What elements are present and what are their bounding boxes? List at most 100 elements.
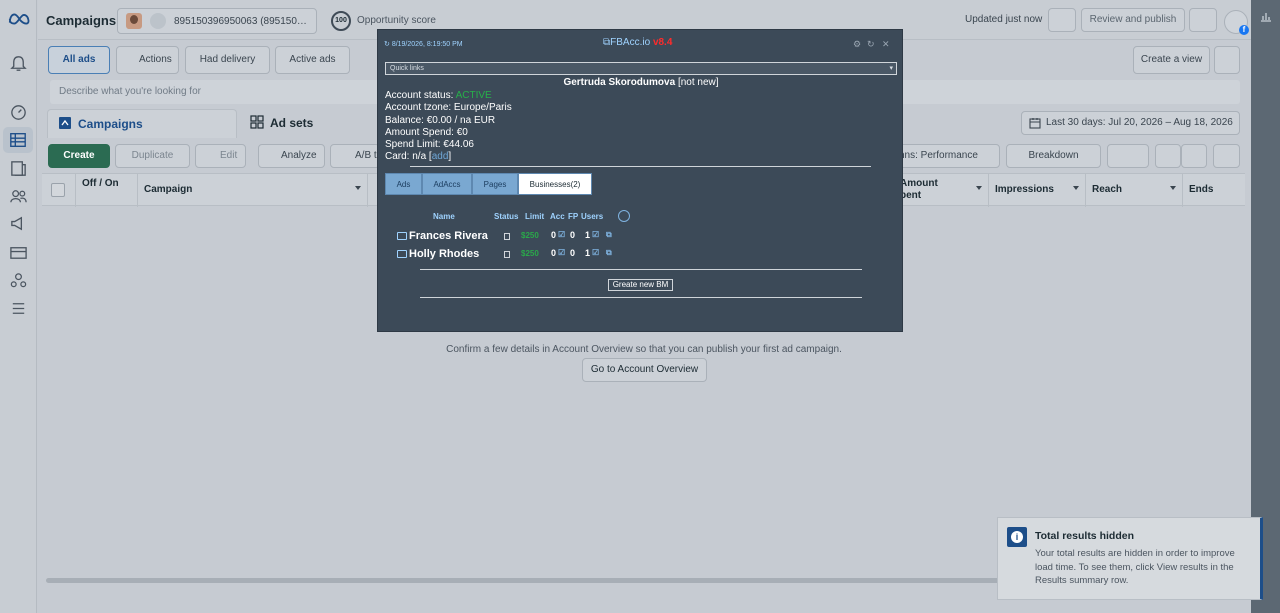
fbacc-tab-adaccs[interactable]: AdAccs <box>422 173 472 195</box>
edit-button[interactable]: Edit <box>195 144 246 168</box>
results-hidden-toast: Total results hidden Your total results … <box>997 517 1263 600</box>
account-placeholder-icon <box>150 13 166 29</box>
col-name: Name <box>433 212 455 221</box>
edit-label: Edit <box>220 150 238 161</box>
close-icon[interactable]: ✕ <box>882 39 890 50</box>
filter-active-ads[interactable]: Active ads <box>275 46 350 74</box>
tab-campaigns[interactable]: Campaigns <box>47 109 237 138</box>
business-limit: $250 <box>521 249 539 258</box>
col-impressions[interactable]: Impressions <box>989 174 1086 207</box>
discard-button[interactable] <box>1048 8 1076 32</box>
left-rail <box>0 0 37 613</box>
dashboard-icon[interactable] <box>9 103 28 122</box>
account-selector[interactable]: 895150396950063 (895150… <box>117 8 317 34</box>
business-name[interactable]: Holly Rhodes <box>409 248 479 260</box>
edit-small-icon[interactable]: ☑ <box>558 230 565 239</box>
sort-icon[interactable] <box>976 186 982 190</box>
open-external-icon[interactable]: ⧉ <box>606 248 612 258</box>
opportunity-score-badge[interactable]: 100 <box>331 11 351 31</box>
select-all-checkbox[interactable] <box>51 183 65 197</box>
ab-test-label: A/B t <box>355 150 377 161</box>
business-acc[interactable]: 0 <box>551 230 556 240</box>
business-fp: 0 <box>570 230 576 240</box>
col-fp: FP <box>568 212 579 221</box>
open-external-icon[interactable]: ⧉ <box>606 230 612 240</box>
edit-small-icon[interactable]: ☑ <box>592 230 599 239</box>
fbacc-extension-panel: ↻ 8/19/2026, 8:19:50 PM ⧉FBAcc.io v8.4 ⚙… <box>377 29 903 332</box>
fbacc-tab-ads[interactable]: Ads <box>385 173 422 195</box>
filter-had-delivery[interactable]: Had delivery <box>185 46 270 74</box>
col-off-on[interactable]: Off / On <box>76 174 138 207</box>
account-amount-spend: Amount Spend: €0 <box>385 126 468 138</box>
sort-icon[interactable] <box>1170 186 1176 190</box>
analyze-label: Analyze <box>281 150 317 161</box>
filter-all-ads[interactable]: All ads <box>48 46 110 74</box>
col-amount-spent[interactable]: Amount pent <box>894 174 989 207</box>
table-toggle-button[interactable] <box>1181 144 1207 168</box>
view-options-button[interactable] <box>1214 46 1240 74</box>
sort-icon[interactable] <box>355 186 361 190</box>
actions-button[interactable]: Actions <box>116 46 179 74</box>
quick-links-select[interactable]: Quick links ▾ <box>385 62 897 75</box>
export-button[interactable] <box>1107 144 1149 168</box>
business-limit: $250 <box>521 231 539 240</box>
more-button[interactable] <box>1189 8 1217 32</box>
audiences-icon[interactable] <box>9 187 28 206</box>
info-icon <box>1007 527 1027 547</box>
campaigns-table-icon[interactable] <box>3 127 33 153</box>
fbacc-tab-pages[interactable]: Pages <box>472 173 518 195</box>
business-settings-icon[interactable] <box>9 271 28 290</box>
edit-small-icon[interactable]: ☑ <box>558 248 565 257</box>
profile-avatar[interactable]: f <box>1224 10 1249 35</box>
catalog-icon[interactable] <box>9 159 28 178</box>
divider <box>420 297 862 298</box>
analyze-button[interactable]: Analyze <box>258 144 325 168</box>
duplicate-button[interactable]: Duplicate <box>115 144 190 168</box>
menu-icon[interactable] <box>9 299 28 318</box>
review-publish-button[interactable]: Review and publish <box>1081 8 1185 32</box>
fbacc-brand-name: FBAcc.io <box>610 37 651 48</box>
business-users[interactable]: 1 <box>585 248 590 258</box>
chart-bars-icon[interactable] <box>1260 10 1272 22</box>
business-fp: 0 <box>570 248 576 258</box>
megaphone-icon[interactable] <box>9 214 28 233</box>
empty-state-text: Confirm a few details in Account Overvie… <box>446 344 842 355</box>
grid-icon <box>250 115 264 129</box>
create-view-button[interactable]: Create a view <box>1133 46 1210 74</box>
meta-logo-icon[interactable] <box>8 12 30 26</box>
reload-icon[interactable]: ↻ <box>867 39 875 50</box>
go-to-account-overview-button[interactable]: Go to Account Overview <box>582 358 707 382</box>
breakdown-button[interactable]: Breakdown <box>1006 144 1101 168</box>
tab-ad-sets[interactable]: Ad sets <box>248 109 313 138</box>
date-range-picker[interactable]: Last 30 days: Jul 20, 2026 – Aug 18, 202… <box>1021 111 1240 135</box>
col-reach[interactable]: Reach <box>1086 174 1183 207</box>
business-acc[interactable]: 0 <box>551 248 556 258</box>
briefcase-icon <box>397 250 407 258</box>
add-card-link[interactable]: add <box>432 151 449 162</box>
business-name[interactable]: Frances Rivera <box>409 230 488 242</box>
opportunity-score-label[interactable]: Opportunity score <box>357 15 436 26</box>
settings-button[interactable] <box>1213 144 1240 168</box>
refresh-businesses-icon[interactable] <box>618 210 630 222</box>
tab-ad-sets-label: Ad sets <box>270 116 314 130</box>
date-range-label: Last 30 days: Jul 20, 2026 – Aug 18, 202… <box>1046 117 1233 128</box>
business-users[interactable]: 1 <box>585 230 590 240</box>
quick-links-label: Quick links <box>390 65 424 72</box>
chart-toggle-button[interactable] <box>1155 144 1181 168</box>
fbacc-brand[interactable]: ⧉FBAcc.io v8.4 <box>603 37 672 48</box>
fbacc-tab-businesses[interactable]: Businesses(2) <box>518 173 592 195</box>
create-new-bm-button[interactable]: Greate new BM <box>608 279 673 291</box>
updated-status: Updated just now <box>965 14 1043 25</box>
facebook-badge-icon: f <box>1239 25 1249 35</box>
col-campaign[interactable]: Campaign <box>138 174 368 207</box>
settings-icon[interactable]: ⚙ <box>853 39 861 50</box>
billing-icon[interactable] <box>9 243 28 262</box>
create-button[interactable]: Create <box>48 144 110 168</box>
ab-test-button[interactable]: A/B t <box>330 144 380 168</box>
col-ends[interactable]: Ends <box>1183 174 1245 207</box>
sort-icon[interactable] <box>1073 186 1079 190</box>
edit-small-icon[interactable]: ☑ <box>592 248 599 257</box>
notifications-icon[interactable] <box>9 54 28 73</box>
fbacc-version: v8.4 <box>652 37 673 48</box>
fbacc-person-status: [not new] <box>677 77 719 88</box>
